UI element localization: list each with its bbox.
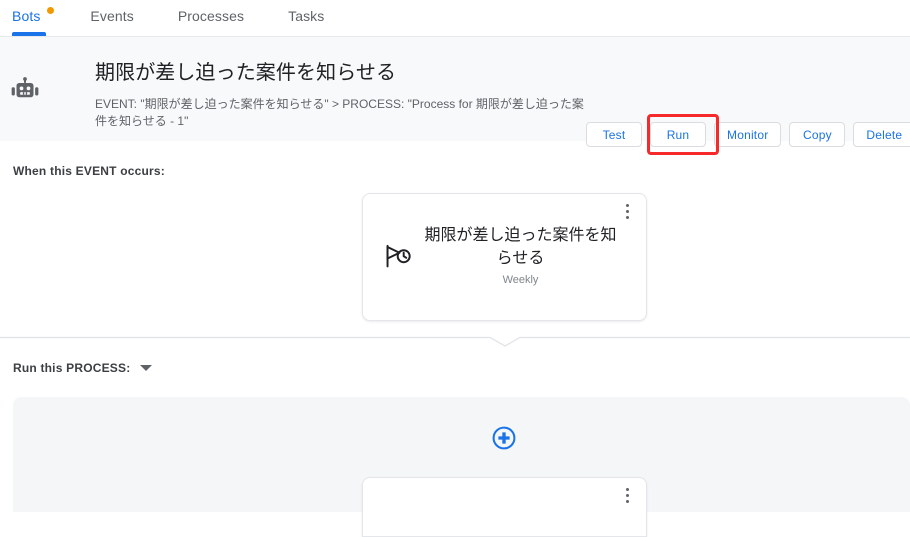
tab-tasks-label: Tasks — [288, 8, 325, 24]
tab-processes-label: Processes — [177, 8, 245, 24]
bot-action-buttons: Test Run Monitor Copy Delete — [586, 122, 910, 147]
page-title: 期限が差し迫った案件を知らせる — [95, 62, 397, 84]
event-card[interactable]: 期限が差し迫った案件を知らせる Weekly — [362, 193, 647, 321]
section-divider-connector — [0, 336, 910, 347]
run-button[interactable]: Run — [650, 122, 706, 147]
delete-button[interactable]: Delete — [853, 122, 910, 147]
bot-header: 期限が差し迫った案件を知らせる EVENT: "期限が差し迫った案件を知らせる"… — [0, 37, 910, 155]
tab-events-label: Events — [90, 8, 134, 24]
add-circle-icon[interactable] — [491, 425, 517, 451]
process-card[interactable] — [362, 477, 647, 537]
process-section-label: Run this PROCESS: — [13, 361, 131, 375]
tab-bots-label: Bots — [12, 8, 41, 24]
bot-description: EVENT: "期限が差し迫った案件を知らせる" > PROCESS: "Pro… — [95, 97, 584, 128]
more-vert-icon[interactable] — [618, 484, 636, 506]
event-card-frequency: Weekly — [502, 274, 539, 286]
tab-tasks[interactable]: Tasks — [288, 0, 344, 37]
test-button[interactable]: Test — [586, 122, 642, 147]
process-section-header: Run this PROCESS: — [13, 361, 153, 375]
robot-icon — [10, 77, 40, 107]
active-tab-indicator — [12, 32, 46, 36]
caret-down-icon[interactable] — [140, 365, 153, 371]
tab-bots[interactable]: Bots — [12, 0, 60, 37]
more-vert-icon[interactable] — [618, 200, 636, 222]
monitor-button[interactable]: Monitor — [714, 122, 782, 147]
tab-events[interactable]: Events — [90, 0, 153, 37]
event-section-label: When this EVENT occurs: — [13, 164, 165, 178]
flag-clock-icon — [385, 243, 415, 269]
copy-button[interactable]: Copy — [789, 122, 846, 147]
bot-header-texts: 期限が差し迫った案件を知らせる EVENT: "期限が差し迫った案件を知らせる"… — [95, 59, 600, 130]
new-items-dot-icon — [47, 7, 54, 14]
main-tab-bar: Bots Events Processes Tasks — [0, 0, 910, 37]
event-card-body: 期限が差し迫った案件を知らせる Weekly — [363, 194, 646, 286]
tab-processes[interactable]: Processes — [178, 0, 264, 37]
event-card-title: 期限が差し迫った案件を知らせる — [424, 227, 617, 267]
event-card-text: 期限が差し迫った案件を知らせる Weekly — [415, 224, 624, 286]
